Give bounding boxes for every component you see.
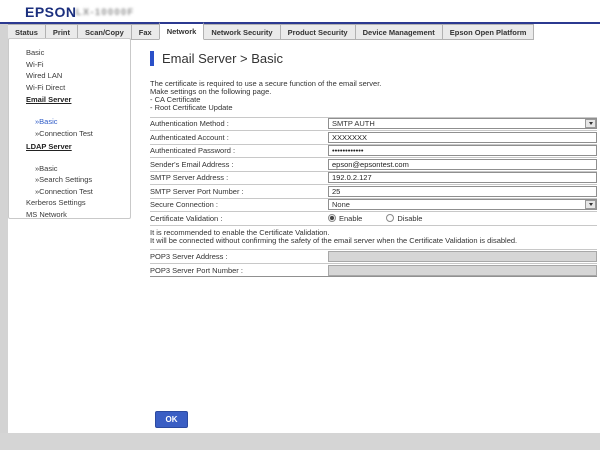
pop3-form: POP3 Server Address : POP3 Server Port N… — [150, 249, 597, 277]
email-server-form: Authentication Method : SMTP AUTH Authen… — [150, 117, 597, 226]
sidebar-item-email-server-basic[interactable]: »Basic — [9, 116, 130, 128]
page-title: Email Server > Basic — [162, 51, 283, 66]
left-gutter — [0, 24, 8, 433]
form-row-smtp-server-port: SMTP Server Port Number : — [150, 185, 597, 199]
form-row-secure-connection: Secure Connection : None — [150, 199, 597, 213]
form-row-smtp-server-address: SMTP Server Address : — [150, 172, 597, 186]
form-row-pop3-server-port: POP3 Server Port Number : — [150, 264, 597, 278]
epson-logo: EPSON — [25, 4, 77, 20]
smtp-server-port-input[interactable] — [328, 186, 597, 197]
sidebar-item-basic[interactable]: Basic — [9, 47, 130, 59]
sidebar-item-ldap-basic[interactable]: »Basic — [9, 163, 130, 175]
sidebar-item-wired-lan[interactable]: Wired LAN — [9, 70, 130, 82]
tab-device-management[interactable]: Device Management — [355, 24, 443, 40]
form-row-sender-email: Sender's Email Address : — [150, 158, 597, 172]
tab-network[interactable]: Network — [159, 22, 205, 40]
sidebar-group-email-server[interactable]: Email Server — [9, 94, 130, 116]
intro-text: The certificate is required to use a sec… — [150, 80, 597, 112]
smtp-server-address-label: SMTP Server Address : — [150, 173, 328, 182]
title-accent-bar — [150, 51, 154, 66]
sender-email-input[interactable] — [328, 159, 597, 170]
footer-bar — [0, 433, 600, 450]
authenticated-account-input[interactable] — [328, 132, 597, 143]
certificate-validation-label: Certificate Validation : — [150, 214, 328, 223]
main-content: Email Server > Basic The certificate is … — [150, 50, 597, 277]
authenticated-account-label: Authenticated Account : — [150, 133, 328, 142]
tab-product-security[interactable]: Product Security — [280, 24, 356, 40]
form-row-authenticated-account: Authenticated Account : — [150, 131, 597, 145]
enable-radio-label: Enable — [339, 214, 362, 223]
sidebar-item-ldap-search-settings[interactable]: »Search Settings — [9, 174, 130, 186]
sidebar-group-ldap-server[interactable]: LDAP Server — [9, 141, 130, 163]
sidebar-item-kerberos-settings[interactable]: Kerberos Settings — [9, 197, 130, 209]
chevron-down-icon[interactable] — [585, 200, 596, 209]
authenticated-password-label: Authenticated Password : — [150, 146, 328, 155]
tab-epson-open-platform[interactable]: Epson Open Platform — [442, 24, 535, 40]
pop3-server-port-label: POP3 Server Port Number : — [150, 266, 328, 275]
printer-model-name: LX-10000F — [76, 7, 135, 17]
tab-network-security[interactable]: Network Security — [203, 24, 280, 40]
form-row-certificate-validation: Certificate Validation : Enable Disable — [150, 212, 597, 226]
pop3-server-address-input — [328, 251, 597, 262]
secure-connection-select[interactable]: None — [328, 199, 597, 210]
app-header: EPSON LX-10000F — [0, 0, 600, 22]
pop3-server-address-label: POP3 Server Address : — [150, 252, 328, 261]
smtp-server-address-input[interactable] — [328, 172, 597, 183]
chevron-down-icon[interactable] — [585, 119, 596, 128]
authentication-method-label: Authentication Method : — [150, 119, 328, 128]
authentication-method-value: SMTP AUTH — [332, 119, 375, 128]
authentication-method-select[interactable]: SMTP AUTH — [328, 118, 597, 129]
sidebar-item-ldap-connection-test[interactable]: »Connection Test — [9, 186, 130, 198]
certificate-validation-radio-group: Enable Disable — [328, 214, 446, 223]
authenticated-password-input[interactable] — [328, 145, 597, 156]
certificate-validation-enable-radio[interactable] — [328, 214, 336, 222]
intro-line: - Root Certificate Update — [150, 104, 597, 112]
sidebar-item-wifi[interactable]: Wi-Fi — [9, 59, 130, 71]
pop3-server-port-input — [328, 265, 597, 276]
form-row-authenticated-password: Authenticated Password : — [150, 145, 597, 159]
secure-connection-label: Secure Connection : — [150, 200, 328, 209]
intro-line: Make settings on the following page. — [150, 88, 597, 96]
disable-radio-label: Disable — [397, 214, 422, 223]
sidebar-item-email-server-connection-test[interactable]: »Connection Test — [9, 128, 130, 140]
certificate-validation-note: It is recommended to enable the Certific… — [150, 229, 597, 245]
note-line: It will be connected without confirming … — [150, 237, 597, 245]
sender-email-label: Sender's Email Address : — [150, 160, 328, 169]
form-row-authentication-method: Authentication Method : SMTP AUTH — [150, 118, 597, 132]
sidebar-item-wifi-direct[interactable]: Wi-Fi Direct — [9, 82, 130, 94]
sidebar-nav: Basic Wi-Fi Wired LAN Wi-Fi Direct Email… — [8, 38, 131, 219]
ok-button[interactable]: OK — [155, 411, 188, 428]
form-row-pop3-server-address: POP3 Server Address : — [150, 250, 597, 264]
tab-fax[interactable]: Fax — [131, 24, 160, 40]
certificate-validation-disable-radio[interactable] — [386, 214, 394, 222]
sidebar-item-ms-network[interactable]: MS Network — [9, 209, 130, 219]
secure-connection-value: None — [332, 200, 350, 209]
smtp-server-port-label: SMTP Server Port Number : — [150, 187, 328, 196]
